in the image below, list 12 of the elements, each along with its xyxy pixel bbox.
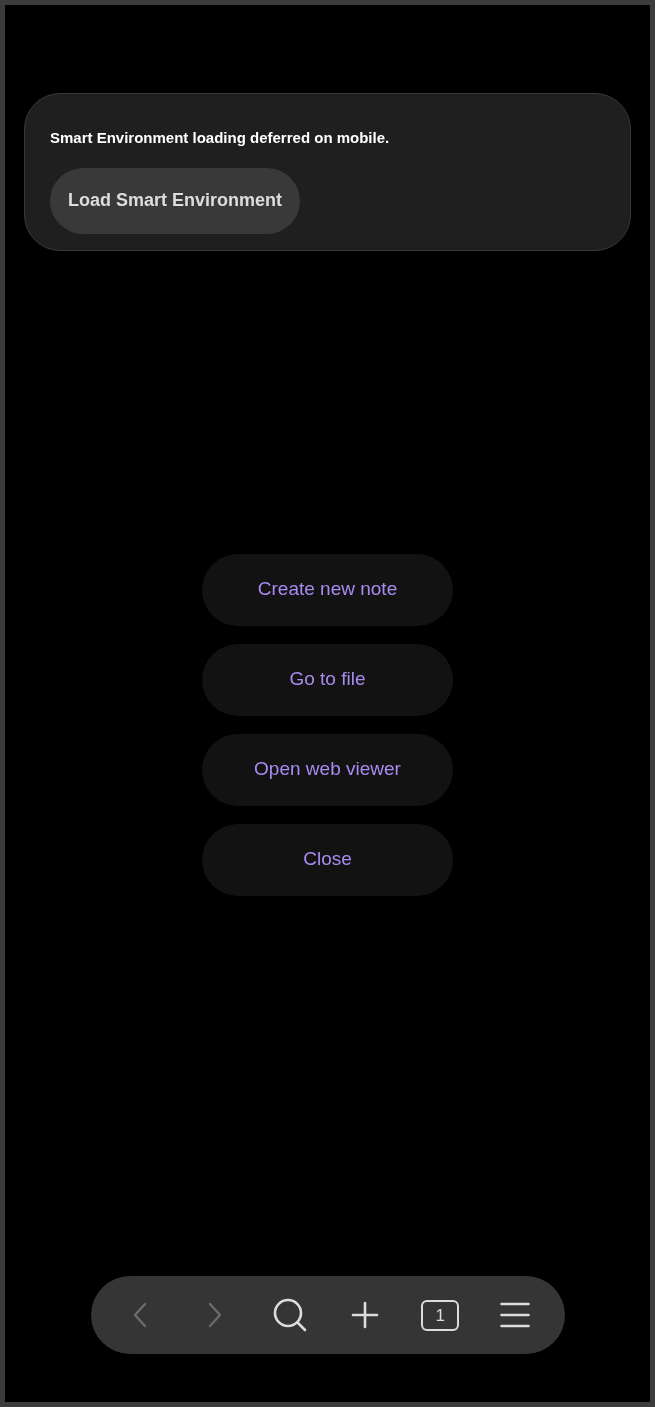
notice-message: Smart Environment loading deferred on mobile. [50,128,390,148]
action-button[interactable]: Close [202,823,453,896]
chevron-right-icon [207,1302,222,1328]
load-button[interactable]: Load Smart Environment [50,167,301,234]
plus-icon [351,1301,380,1329]
menu-icon [500,1302,531,1328]
action-button[interactable]: Open web viewer [202,733,453,806]
tab-count-button[interactable]: 1 [414,1289,467,1341]
action-button[interactable]: Create new note [202,553,453,626]
action-button[interactable]: Go to file [202,643,453,716]
search-icon [272,1298,307,1332]
chevron-left-icon [132,1302,147,1328]
